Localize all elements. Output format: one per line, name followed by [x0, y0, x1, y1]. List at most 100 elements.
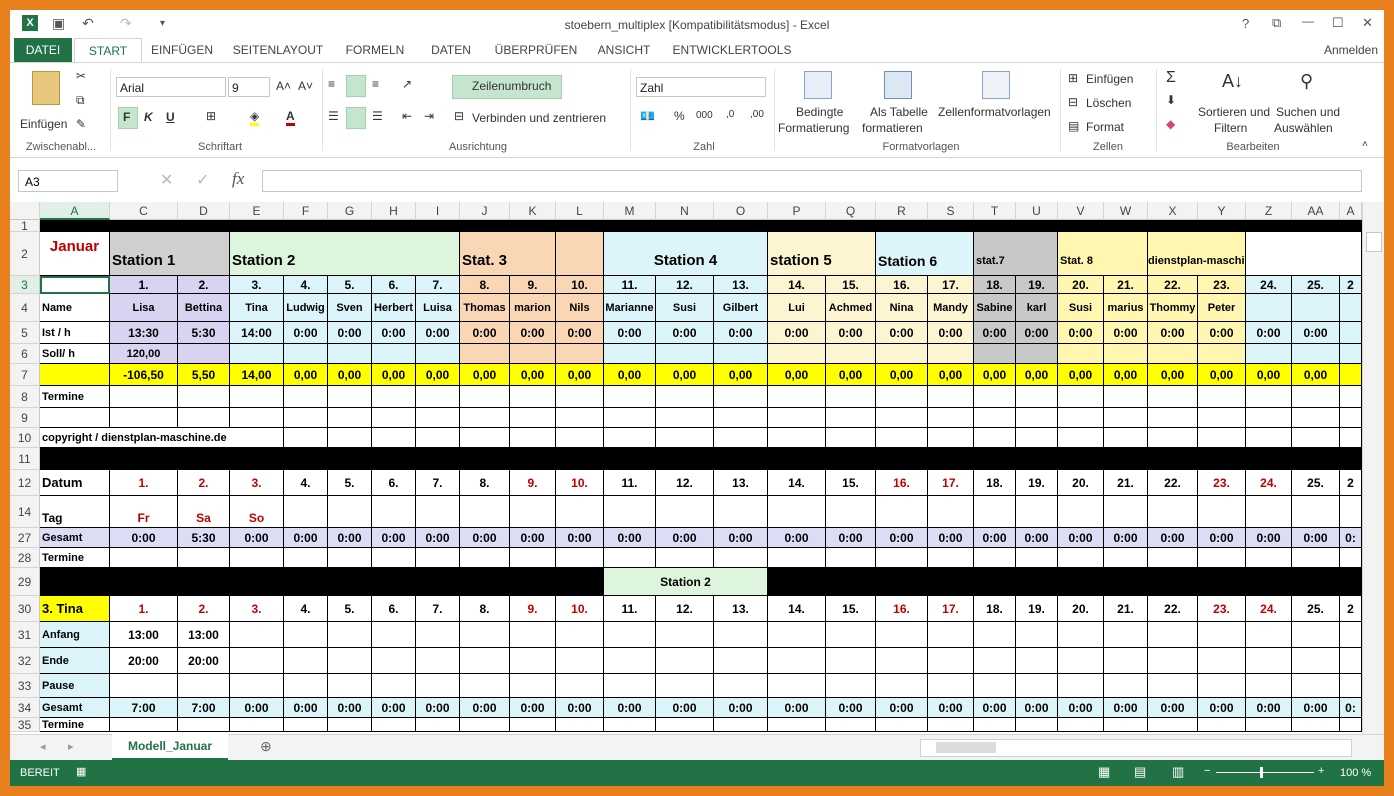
end-time[interactable] [416, 648, 460, 674]
weekday-cell[interactable] [928, 496, 974, 528]
difference-value[interactable]: 0,00 [556, 364, 604, 386]
cell[interactable] [1104, 428, 1148, 448]
total-hours[interactable]: 0:00 [826, 528, 876, 548]
column-header[interactable]: L [556, 202, 604, 220]
date-cell[interactable]: 4. [284, 470, 328, 496]
cell[interactable] [974, 344, 1016, 364]
column-header[interactable]: K [510, 202, 556, 220]
pause-cell[interactable] [284, 674, 328, 698]
start-time[interactable] [372, 622, 416, 648]
start-time[interactable] [230, 622, 284, 648]
pause-cell[interactable] [826, 674, 876, 698]
ist-hours[interactable]: 0:00 [656, 322, 714, 344]
cell[interactable] [460, 428, 510, 448]
cell[interactable] [1016, 344, 1058, 364]
date-cell[interactable]: 2. [178, 596, 230, 622]
cell[interactable] [284, 344, 328, 364]
cell[interactable] [178, 718, 230, 732]
start-time[interactable] [1246, 622, 1292, 648]
cell[interactable] [1016, 548, 1058, 568]
start-time[interactable] [1016, 622, 1058, 648]
total-hours[interactable]: 0:00 [656, 698, 714, 718]
pause-cell[interactable] [1246, 674, 1292, 698]
row-header[interactable]: 2 [10, 232, 40, 276]
row-header[interactable]: 4 [10, 294, 40, 322]
ist-hours[interactable]: 5:30 [178, 322, 230, 344]
cell[interactable] [656, 386, 714, 408]
total-hours[interactable]: 0:00 [1292, 528, 1340, 548]
cell[interactable] [1340, 548, 1362, 568]
total-hours[interactable]: 0:00 [1246, 528, 1292, 548]
date-cell[interactable]: 16. [876, 596, 928, 622]
employee-name[interactable]: Tina [230, 294, 284, 322]
date-cell[interactable]: 15. [826, 596, 876, 622]
column-header[interactable]: N [656, 202, 714, 220]
row-header[interactable]: 35 [10, 718, 40, 732]
tab-seitenlayout[interactable]: SEITENLAYOUT [226, 38, 330, 62]
cell[interactable] [1246, 344, 1292, 364]
enter-icon[interactable]: ✓ [196, 170, 209, 190]
formula-input[interactable] [262, 170, 1362, 192]
row-header[interactable]: 31 [10, 622, 40, 648]
date-cell[interactable]: 5. [328, 596, 372, 622]
difference-value[interactable]: 0,00 [1292, 364, 1340, 386]
total-hours[interactable]: 0:00 [1246, 698, 1292, 718]
difference-value[interactable]: 0,00 [328, 364, 372, 386]
cell[interactable] [826, 386, 876, 408]
employee-name[interactable]: Sabine [974, 294, 1016, 322]
difference-value[interactable]: 0,00 [974, 364, 1016, 386]
cell[interactable] [556, 386, 604, 408]
total-hours[interactable]: 0:00 [768, 698, 826, 718]
start-time[interactable] [928, 622, 974, 648]
total-hours[interactable]: 0:00 [604, 528, 656, 548]
cell[interactable] [328, 408, 372, 428]
cell[interactable] [416, 428, 460, 448]
date-cell[interactable]: 11. [604, 596, 656, 622]
cell[interactable] [1340, 386, 1362, 408]
ist-label[interactable]: Ist / h [40, 322, 110, 344]
date-cell[interactable]: 12. [656, 470, 714, 496]
merge-center-button[interactable]: Verbinden und zentrieren [472, 111, 606, 125]
day-number[interactable]: 2. [178, 276, 230, 294]
column-header[interactable]: A [1340, 202, 1362, 220]
total-hours[interactable]: 0:00 [328, 698, 372, 718]
day-number[interactable]: 17. [928, 276, 974, 294]
end-time[interactable] [876, 648, 928, 674]
total-hours[interactable]: 0: [1340, 698, 1362, 718]
difference-value[interactable]: 0,00 [460, 364, 510, 386]
cell[interactable] [372, 386, 416, 408]
ist-hours[interactable]: 0:00 [416, 322, 460, 344]
total-hours[interactable]: 0:00 [416, 698, 460, 718]
align-bottom-icon[interactable]: ≡ [372, 77, 379, 91]
cell[interactable] [1058, 386, 1104, 408]
ist-hours[interactable]: 0:00 [604, 322, 656, 344]
cell[interactable] [656, 428, 714, 448]
row-header[interactable]: 34 [10, 698, 40, 718]
cell[interactable] [178, 344, 230, 364]
weekday-cell[interactable] [1148, 496, 1198, 528]
ist-hours[interactable]: 0:00 [928, 322, 974, 344]
cell[interactable] [556, 408, 604, 428]
cell[interactable] [110, 408, 178, 428]
day-number[interactable]: 19. [1016, 276, 1058, 294]
cell[interactable] [1058, 428, 1104, 448]
column-header[interactable]: V [1058, 202, 1104, 220]
day-number[interactable]: 2 [1340, 276, 1362, 294]
cell[interactable] [604, 548, 656, 568]
column-header[interactable]: J [460, 202, 510, 220]
total-hours[interactable]: 0: [1340, 528, 1362, 548]
ribbon-display-icon[interactable]: ⧉ [1272, 15, 1281, 31]
cell[interactable] [328, 344, 372, 364]
ist-hours[interactable]: 0:00 [714, 322, 768, 344]
start-time[interactable] [556, 622, 604, 648]
total-hours[interactable]: 0:00 [556, 528, 604, 548]
scrollbar-thumb[interactable] [936, 742, 996, 753]
copyright-text[interactable]: copyright / dienstplan-maschine.de [40, 428, 284, 448]
cell[interactable] [604, 718, 656, 732]
day-number[interactable]: 4. [284, 276, 328, 294]
paste-icon[interactable] [32, 71, 60, 105]
pause-cell[interactable] [110, 674, 178, 698]
cell[interactable] [1016, 718, 1058, 732]
day-number[interactable]: 5. [328, 276, 372, 294]
cell[interactable] [1148, 386, 1198, 408]
